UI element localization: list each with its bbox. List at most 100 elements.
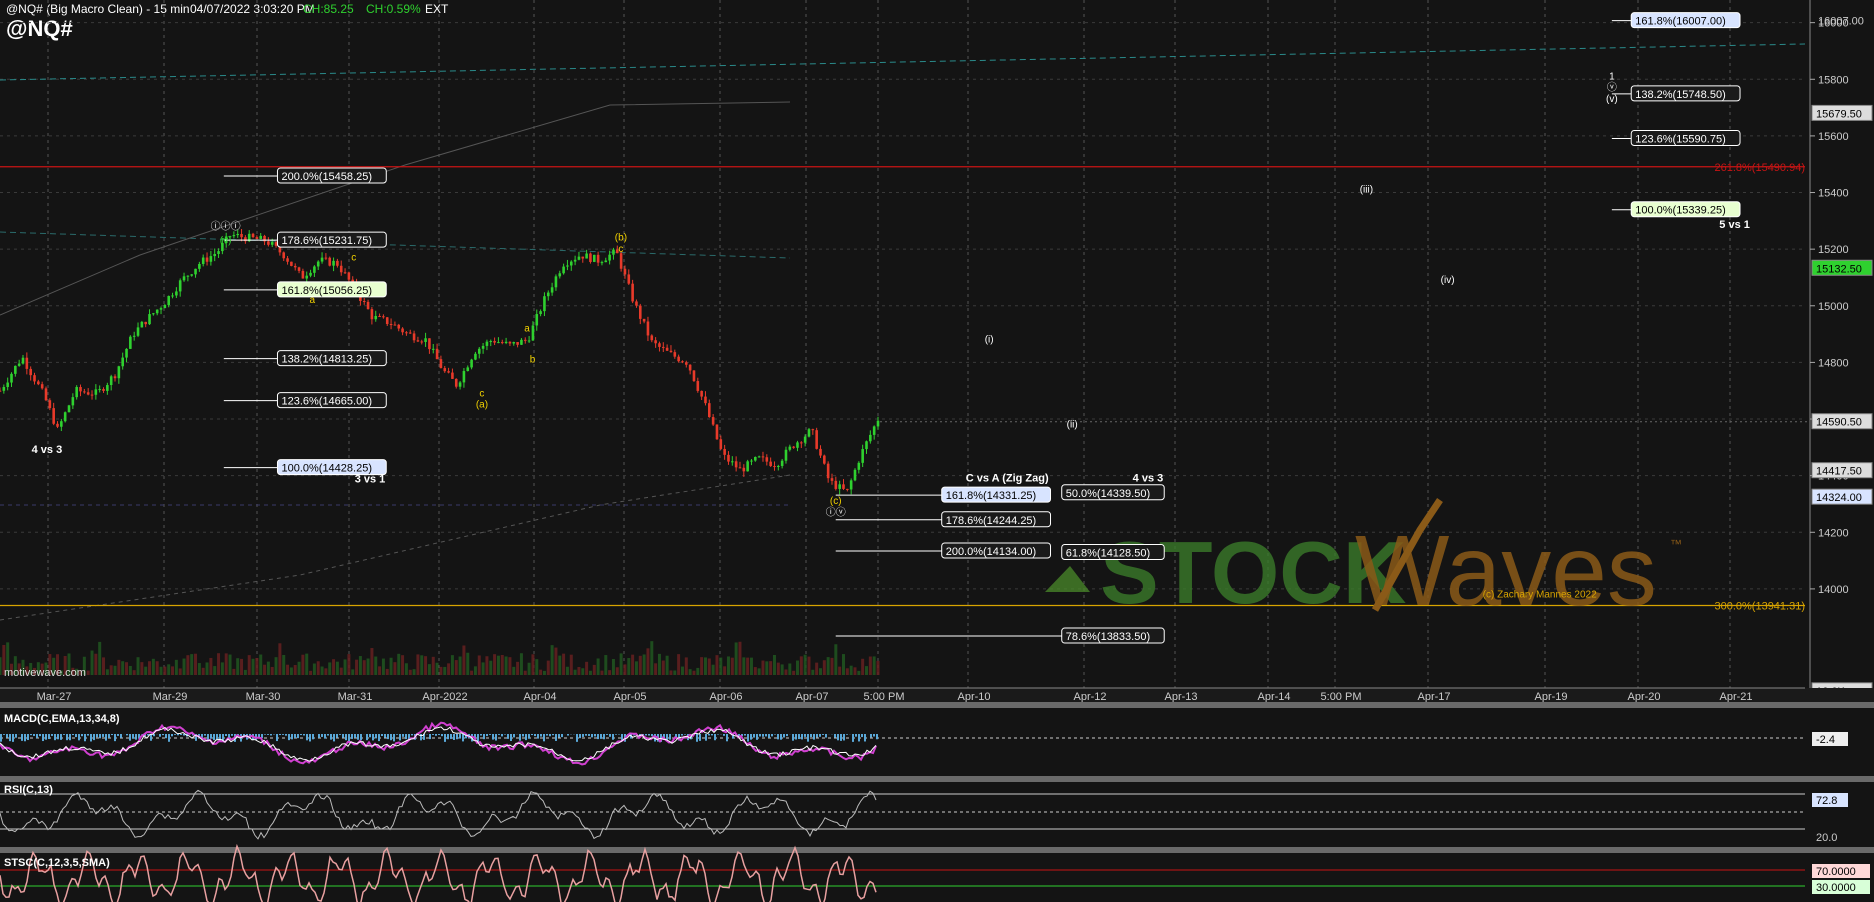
source-label: motivewave.com xyxy=(4,667,86,679)
time-axis-label: Apr-19 xyxy=(1534,691,1567,703)
candle xyxy=(408,332,412,334)
volume-bar xyxy=(508,657,512,675)
volume-bar xyxy=(182,658,186,675)
macd-histogram-bar xyxy=(819,734,821,737)
stsc-lower-label: 30.0000 xyxy=(1816,882,1856,894)
candle xyxy=(681,361,684,363)
fib-label: 200.0%(15458.25) xyxy=(281,171,372,183)
macd-histogram-bar xyxy=(762,734,764,737)
candle xyxy=(788,446,792,450)
volume-bar xyxy=(531,654,535,675)
candle xyxy=(777,465,780,467)
time-axis-label: Mar-31 xyxy=(338,691,373,703)
wave-annotation: ⓥ xyxy=(1607,82,1617,94)
macd-histogram-bar xyxy=(231,734,233,736)
macd-histogram-bar xyxy=(306,734,308,741)
macd-histogram-bar xyxy=(447,734,449,740)
candle xyxy=(79,387,82,392)
macd-histogram-bar xyxy=(852,734,854,742)
candle xyxy=(650,335,654,341)
volume-bar xyxy=(117,659,121,675)
macd-histogram-bar xyxy=(549,734,551,737)
candle xyxy=(14,365,17,374)
macd-histogram-bar xyxy=(792,734,794,741)
candle xyxy=(178,280,182,292)
candle xyxy=(826,463,830,479)
macd-histogram-bar xyxy=(267,734,269,735)
macd-histogram-bar xyxy=(120,734,122,738)
volume-bar xyxy=(834,644,838,675)
volume-bar xyxy=(454,660,458,675)
candle xyxy=(612,249,615,255)
candle xyxy=(803,436,807,443)
macd-histogram-bar xyxy=(390,734,392,741)
candle xyxy=(40,384,44,389)
volume-bar xyxy=(554,647,558,675)
volume-bar xyxy=(140,662,144,675)
candle xyxy=(527,340,531,342)
volume-bar xyxy=(569,654,573,675)
macd-histogram-bar xyxy=(453,734,455,740)
candle xyxy=(846,488,849,490)
macd-histogram-bar xyxy=(864,734,866,742)
price-chart[interactable]: 261.8%(15490.94)300.0%(13941.31)STOCKWav… xyxy=(0,0,1874,902)
chart-window: @NQ# (Big Macro Clean) - 15 min 04/07/20… xyxy=(0,0,1874,902)
macd-histogram-bar xyxy=(63,734,65,735)
time-axis-label: Apr-20 xyxy=(1627,691,1660,703)
macd-histogram-bar xyxy=(324,734,326,739)
volume-bar xyxy=(332,659,336,675)
volume-bar xyxy=(209,657,213,675)
candle xyxy=(819,448,822,456)
fib-label: 178.6%(15231.75) xyxy=(281,235,372,247)
candle xyxy=(638,305,642,319)
time-axis-label: Apr-05 xyxy=(613,691,646,703)
volume-bar xyxy=(822,660,826,675)
macd-histogram-bar xyxy=(705,734,707,741)
macd-histogram-bar xyxy=(114,734,116,742)
volume-bar xyxy=(496,655,500,675)
volume-bar xyxy=(573,669,577,675)
wave-annotation: 4 vs 3 xyxy=(32,444,63,456)
candle xyxy=(466,367,470,372)
candle xyxy=(412,333,416,341)
macd-histogram-bar xyxy=(489,734,491,735)
volume-bar xyxy=(473,666,477,675)
volume-bar xyxy=(305,653,309,675)
candle xyxy=(121,357,124,367)
volume-bar xyxy=(408,669,412,675)
candle xyxy=(240,234,243,238)
macd-histogram-bar xyxy=(723,734,725,736)
candle xyxy=(431,348,435,350)
candle xyxy=(232,235,236,237)
macd-histogram-bar xyxy=(579,734,581,739)
candle xyxy=(175,291,178,296)
candle xyxy=(290,261,293,266)
volume-bar xyxy=(470,670,474,675)
macd-histogram-bar xyxy=(342,734,344,738)
macd-histogram-bar xyxy=(708,734,710,736)
macd-histogram-bar xyxy=(381,734,383,736)
candle xyxy=(566,265,569,267)
macd-histogram-bar xyxy=(72,734,74,736)
macd-histogram-bar xyxy=(321,734,323,737)
volume-bar xyxy=(815,662,819,675)
trend-line xyxy=(0,231,791,259)
macd-histogram-bar xyxy=(411,734,413,736)
trend-line xyxy=(0,43,1806,81)
macd-histogram-bar xyxy=(669,734,671,740)
macd-histogram-bar xyxy=(96,734,98,738)
volume-bar xyxy=(378,666,382,675)
candle xyxy=(37,381,40,385)
volume-bar xyxy=(293,665,297,675)
candle xyxy=(125,348,128,358)
macd-histogram-bar xyxy=(726,734,728,742)
volume-bar xyxy=(86,670,90,675)
price-axis-marker-label: 15679.50 xyxy=(1816,108,1862,120)
volume-bar xyxy=(611,658,615,675)
candle xyxy=(132,335,136,337)
candle xyxy=(872,426,876,435)
volume-bar xyxy=(535,659,539,675)
candle xyxy=(481,345,485,349)
macd-histogram-bar xyxy=(60,734,62,740)
wave-annotation: c xyxy=(351,252,356,263)
